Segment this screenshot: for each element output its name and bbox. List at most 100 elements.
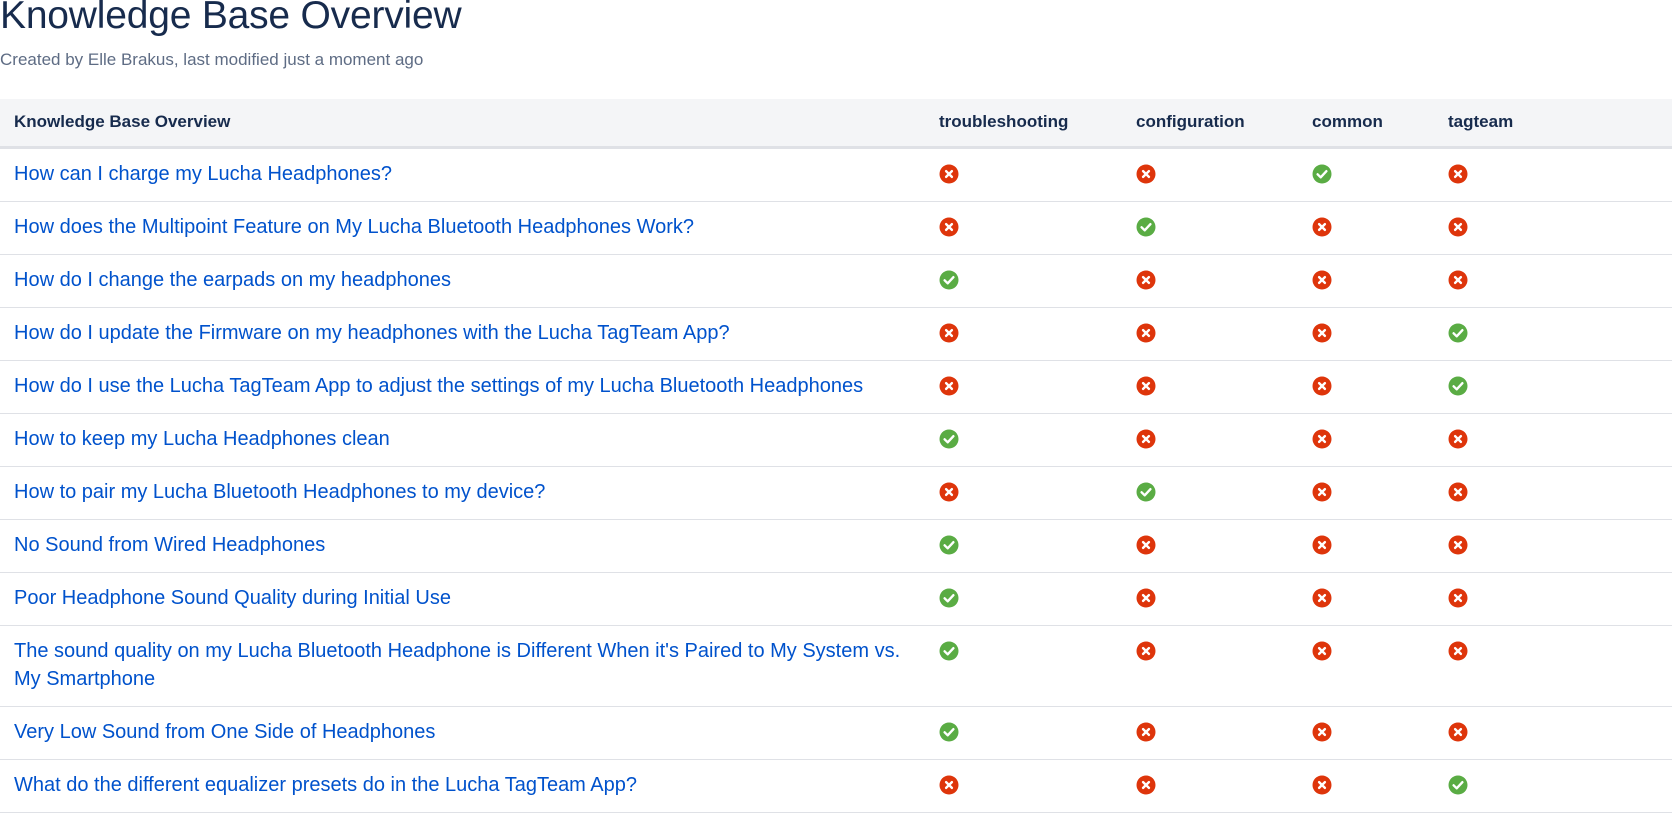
- cross-circle-icon: [939, 164, 959, 184]
- cross-circle-icon: [1136, 323, 1156, 343]
- tagteam-cell: [1434, 413, 1672, 467]
- cross-circle-icon: [1312, 217, 1332, 237]
- page-title: Knowledge Base Overview: [0, 0, 462, 37]
- table-row: How do I update the Firmware on my headp…: [0, 307, 1672, 361]
- cross-circle-icon: [1312, 376, 1332, 396]
- tagteam-cell: [1434, 706, 1672, 760]
- cross-circle-icon: [1312, 588, 1332, 608]
- cross-circle-icon: [1136, 722, 1156, 742]
- configuration-cell: [1122, 759, 1298, 813]
- article-link[interactable]: How do I use the Lucha TagTeam App to ad…: [14, 375, 863, 397]
- column-header-tagteam[interactable]: tagteam: [1434, 99, 1672, 149]
- troubleshooting-cell: [925, 706, 1122, 760]
- cross-circle-icon: [939, 376, 959, 396]
- column-header-title[interactable]: Knowledge Base Overview: [0, 99, 925, 149]
- cross-circle-icon: [1448, 535, 1468, 555]
- article-link[interactable]: How do I update the Firmware on my headp…: [14, 322, 730, 344]
- configuration-cell: [1122, 201, 1298, 255]
- configuration-cell: [1122, 466, 1298, 520]
- troubleshooting-cell: [925, 307, 1122, 361]
- table-row: What do the different equalizer presets …: [0, 759, 1672, 813]
- cross-circle-icon: [1448, 270, 1468, 290]
- tagteam-cell: [1434, 759, 1672, 813]
- tagteam-cell: [1434, 201, 1672, 255]
- article-title-cell: How to pair my Lucha Bluetooth Headphone…: [0, 466, 925, 520]
- troubleshooting-cell: [925, 519, 1122, 573]
- table-body: How can I charge my Lucha Headphones? How…: [0, 147, 1672, 813]
- configuration-cell: [1122, 572, 1298, 626]
- configuration-cell: [1122, 254, 1298, 308]
- article-link[interactable]: No Sound from Wired Headphones: [14, 534, 325, 556]
- tagteam-cell: [1434, 572, 1672, 626]
- cross-circle-icon: [939, 482, 959, 502]
- troubleshooting-cell: [925, 254, 1122, 308]
- article-title-cell: No Sound from Wired Headphones: [0, 519, 925, 573]
- check-circle-icon: [939, 429, 959, 449]
- cross-circle-icon: [939, 775, 959, 795]
- common-cell: [1298, 572, 1434, 626]
- cross-circle-icon: [1312, 641, 1332, 661]
- article-title-cell: How do I update the Firmware on my headp…: [0, 307, 925, 361]
- common-cell: [1298, 466, 1434, 520]
- table-row: How do I use the Lucha TagTeam App to ad…: [0, 360, 1672, 414]
- article-link[interactable]: The sound quality on my Lucha Bluetooth …: [14, 640, 900, 690]
- cross-circle-icon: [1312, 270, 1332, 290]
- cross-circle-icon: [1312, 323, 1332, 343]
- cross-circle-icon: [1448, 722, 1468, 742]
- article-link[interactable]: How does the Multipoint Feature on My Lu…: [14, 216, 694, 238]
- tagteam-cell: [1434, 254, 1672, 308]
- article-title-cell: How does the Multipoint Feature on My Lu…: [0, 201, 925, 255]
- configuration-cell: [1122, 413, 1298, 467]
- troubleshooting-cell: [925, 201, 1122, 255]
- cross-circle-icon: [1136, 376, 1156, 396]
- troubleshooting-cell: [925, 759, 1122, 813]
- common-cell: [1298, 706, 1434, 760]
- tagteam-cell: [1434, 360, 1672, 414]
- article-link[interactable]: Poor Headphone Sound Quality during Init…: [14, 587, 451, 609]
- column-header-troubleshooting[interactable]: troubleshooting: [925, 99, 1122, 149]
- article-link[interactable]: What do the different equalizer presets …: [14, 774, 637, 796]
- troubleshooting-cell: [925, 466, 1122, 520]
- troubleshooting-cell: [925, 147, 1122, 202]
- article-title-cell: Poor Headphone Sound Quality during Init…: [0, 572, 925, 626]
- check-circle-icon: [1448, 775, 1468, 795]
- article-link[interactable]: How to keep my Lucha Headphones clean: [14, 428, 390, 450]
- common-cell: [1298, 254, 1434, 308]
- article-link[interactable]: How to pair my Lucha Bluetooth Headphone…: [14, 481, 545, 503]
- configuration-cell: [1122, 307, 1298, 361]
- table-row: How to pair my Lucha Bluetooth Headphone…: [0, 466, 1672, 520]
- cross-circle-icon: [1448, 429, 1468, 449]
- table-row: No Sound from Wired Headphones: [0, 519, 1672, 573]
- check-circle-icon: [939, 641, 959, 661]
- column-header-configuration[interactable]: configuration: [1122, 99, 1298, 149]
- table-row: Very Low Sound from One Side of Headphon…: [0, 706, 1672, 760]
- article-link[interactable]: Very Low Sound from One Side of Headphon…: [14, 721, 435, 743]
- cross-circle-icon: [1448, 217, 1468, 237]
- cross-circle-icon: [1136, 588, 1156, 608]
- configuration-cell: [1122, 625, 1298, 707]
- common-cell: [1298, 413, 1434, 467]
- check-circle-icon: [939, 588, 959, 608]
- column-header-common[interactable]: common: [1298, 99, 1434, 149]
- article-title-cell: Very Low Sound from One Side of Headphon…: [0, 706, 925, 760]
- configuration-cell: [1122, 360, 1298, 414]
- table-row: How do I change the earpads on my headph…: [0, 254, 1672, 308]
- troubleshooting-cell: [925, 625, 1122, 707]
- check-circle-icon: [1136, 217, 1156, 237]
- common-cell: [1298, 519, 1434, 573]
- tagteam-cell: [1434, 625, 1672, 707]
- article-link[interactable]: How do I change the earpads on my headph…: [14, 269, 451, 291]
- cross-circle-icon: [1136, 429, 1156, 449]
- article-link[interactable]: How can I charge my Lucha Headphones?: [14, 163, 392, 185]
- check-circle-icon: [939, 270, 959, 290]
- tagteam-cell: [1434, 519, 1672, 573]
- cross-circle-icon: [1136, 641, 1156, 661]
- tagteam-cell: [1434, 147, 1672, 202]
- tagteam-cell: [1434, 307, 1672, 361]
- check-circle-icon: [939, 535, 959, 555]
- cross-circle-icon: [1312, 775, 1332, 795]
- configuration-cell: [1122, 706, 1298, 760]
- cross-circle-icon: [939, 217, 959, 237]
- cross-circle-icon: [1312, 722, 1332, 742]
- table-header-row: Knowledge Base Overview troubleshooting …: [0, 99, 1672, 149]
